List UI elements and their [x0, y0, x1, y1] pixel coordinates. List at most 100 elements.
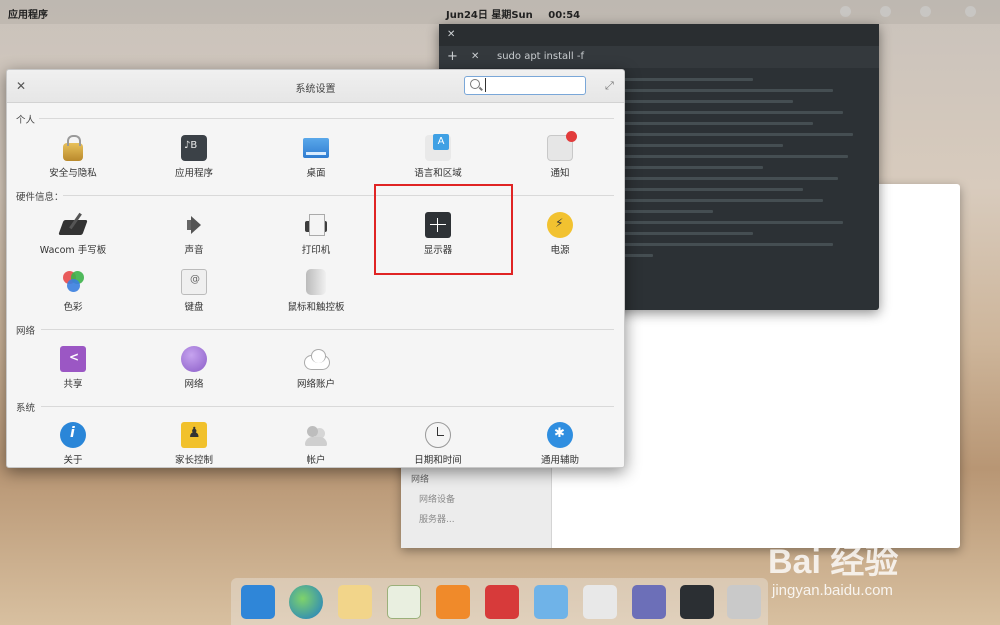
item-label: 通用辅助 [540, 455, 579, 466]
language-icon [425, 134, 451, 161]
settings-item-sound[interactable]: 声音 [134, 212, 254, 256]
applications-icon [181, 135, 207, 161]
item-label: 鼠标和触控板 [287, 302, 345, 313]
session-indicator-icon[interactable] [965, 6, 976, 17]
mail-icon[interactable] [338, 585, 372, 619]
power-icon [547, 212, 573, 238]
date-time-indicator[interactable]: Jun24日 星期Sun 00:54 [446, 6, 592, 21]
lock-icon [63, 135, 83, 161]
calendar-icon[interactable] [387, 585, 421, 619]
close-tab-icon[interactable]: ✕ [471, 51, 479, 62]
item-label: 应用程序 [174, 168, 213, 179]
item-label: 共享 [63, 379, 83, 390]
terminal-tab[interactable]: sudo apt install -f [497, 51, 584, 62]
search-input[interactable] [485, 78, 582, 92]
section-title-network: 网络 [16, 326, 36, 337]
watermark-url: jingyan.baidu.com [772, 582, 893, 599]
keyboard-icon [181, 269, 207, 295]
power-indicator-icon[interactable] [920, 6, 931, 17]
settings-item-desktop[interactable]: 桌面 [256, 135, 376, 179]
search-field[interactable] [464, 76, 586, 95]
settings-item-printers[interactable]: 打印机 [256, 212, 376, 256]
item-label: 语言和区域 [414, 168, 462, 179]
settings-item-security-privacy[interactable]: 安全与隐私 [13, 135, 133, 179]
web-browser-icon[interactable] [289, 585, 323, 619]
item-label: 关于 [63, 455, 83, 466]
terminal-tabbar: + ✕ sudo apt install -f [439, 46, 879, 68]
section-title-system: 系统 [16, 403, 36, 414]
network-icon [181, 346, 207, 372]
settings-item-wacom[interactable]: Wacom 手写板 [13, 212, 133, 256]
item-label: 通知 [550, 168, 570, 179]
terminal-icon[interactable] [680, 585, 714, 619]
settings-item-user-accounts[interactable]: 帐户 [256, 422, 376, 466]
new-tab-icon[interactable]: + [447, 49, 458, 64]
maximize-button[interactable]: ⤢ [605, 79, 614, 93]
item-label: 帐户 [306, 455, 326, 466]
item-label: 安全与隐私 [49, 168, 97, 179]
item-label: 桌面 [306, 168, 326, 179]
videos-icon[interactable] [485, 585, 519, 619]
share-icon [60, 346, 86, 372]
settings-item-sharing[interactable]: 共享 [13, 346, 133, 390]
settings-item-notifications[interactable]: 通知 [500, 131, 620, 179]
system-settings-icon[interactable] [583, 585, 617, 619]
section-title-hardware: 硬件信息： [16, 192, 64, 203]
settings-item-about[interactable]: 关于 [13, 422, 133, 466]
settings-item-color[interactable]: 色彩 [13, 269, 133, 313]
top-panel: 应用程序 Jun24日 星期Sun 00:54 [0, 0, 1000, 24]
settings-item-network[interactable]: 网络 [134, 346, 254, 390]
network-indicator-icon[interactable] [840, 6, 851, 17]
section-divider [39, 118, 614, 119]
item-label: 家长控制 [174, 455, 213, 466]
settings-item-mouse-touchpad[interactable]: 鼠标和触控板 [256, 269, 376, 313]
annotation-highlight-box [374, 184, 513, 275]
item-label: 色彩 [63, 302, 83, 313]
settings-item-parental-control[interactable]: 家长控制 [134, 422, 254, 466]
item-label: 键盘 [184, 302, 204, 313]
parental-control-icon [181, 422, 207, 448]
item-label: Wacom 手写板 [39, 245, 107, 256]
system-settings-window: ✕ 系统设置 ⤢ 个人 安全与隐私 应用程序 桌面 语言和区域 通知 硬件信息：… [6, 69, 625, 468]
settings-item-language-region[interactable]: 语言和区域 [378, 134, 498, 179]
settings-item-date-time[interactable]: 日期和时间 [378, 422, 498, 466]
item-label: 日期和时间 [414, 455, 462, 466]
section-title-personal: 个人 [16, 115, 36, 126]
app-center-icon[interactable] [632, 585, 666, 619]
files-icon[interactable] [727, 585, 761, 619]
settings-item-applications[interactable]: 应用程序 [134, 135, 254, 179]
tablet-icon [60, 212, 86, 238]
time-label: 00:54 [548, 10, 581, 21]
item-label: 网络账户 [296, 379, 335, 390]
item-label: 电源 [550, 245, 570, 256]
sidebar-item-network-devices[interactable]: 网络设备 [419, 492, 455, 505]
music-icon[interactable] [436, 585, 470, 619]
settings-item-power[interactable]: 电源 [500, 212, 620, 256]
mouse-icon [306, 269, 326, 295]
terminal-titlebar: ✕ [439, 24, 879, 46]
users-icon [303, 422, 329, 448]
multitasking-view-icon[interactable] [241, 585, 275, 619]
section-divider [41, 406, 614, 407]
settings-titlebar: ✕ 系统设置 ⤢ [7, 70, 624, 103]
desktop-icon [303, 138, 329, 158]
notifications-icon [547, 131, 577, 161]
section-divider [41, 329, 614, 330]
photos-icon[interactable] [534, 585, 568, 619]
settings-item-keyboard[interactable]: 键盘 [134, 269, 254, 313]
info-icon [60, 422, 86, 448]
applications-menu[interactable]: 应用程序 [8, 6, 48, 21]
item-label: 网络 [184, 379, 204, 390]
sound-indicator-icon[interactable] [880, 6, 891, 17]
printer-icon [303, 212, 329, 238]
sidebar-item-servers[interactable]: 服务器... [419, 512, 455, 525]
clock-icon [425, 422, 451, 448]
color-icon [60, 269, 86, 295]
settings-item-universal-access[interactable]: 通用辅助 [500, 422, 620, 466]
close-icon[interactable]: ✕ [447, 29, 455, 40]
speaker-icon [181, 212, 207, 238]
sidebar-section-network: 网络 [411, 475, 430, 485]
date-label: Jun24日 星期Sun [446, 10, 533, 21]
settings-item-online-accounts[interactable]: 网络账户 [256, 346, 376, 390]
cloud-icon [303, 346, 330, 372]
